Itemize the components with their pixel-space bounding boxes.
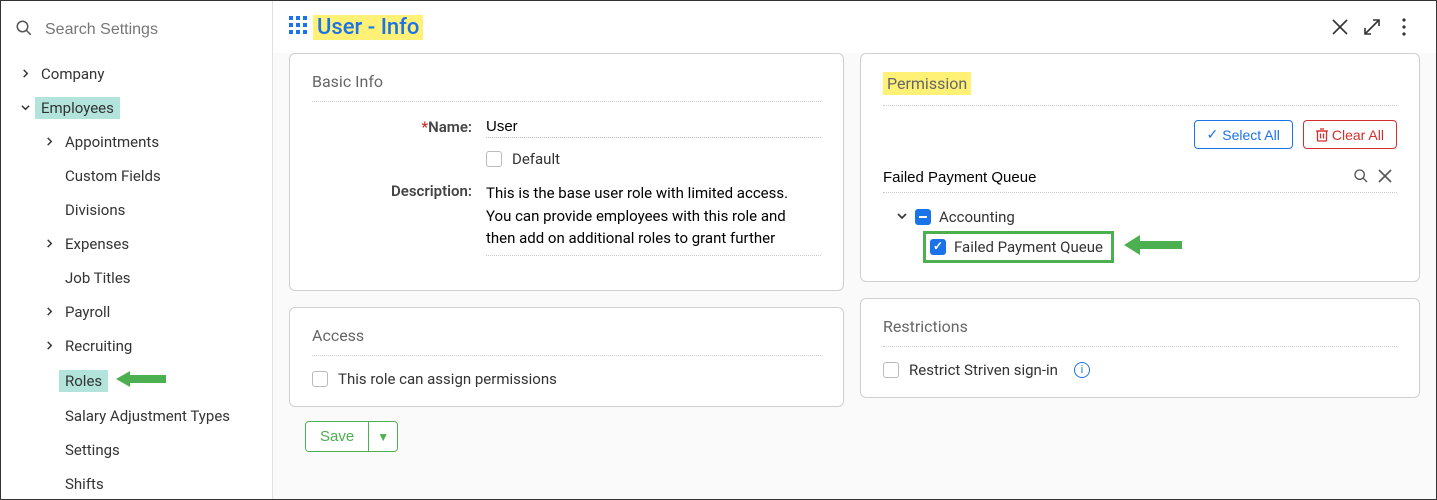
chevron-down-icon[interactable]: [897, 210, 907, 224]
sidebar-item-label: Custom Fields: [59, 165, 167, 187]
sidebar-item-label: Settings: [59, 439, 126, 461]
settings-sidebar: Company Employees Appointments Custom Field…: [1, 1, 273, 499]
main-content: User - Info Basic Info *Name:: [273, 1, 1436, 499]
sidebar-item-label: Company: [35, 63, 110, 85]
access-card: Access This role can assign permissions: [289, 307, 844, 407]
failed-payment-queue-checkbox[interactable]: [930, 239, 946, 255]
sidebar-item-company[interactable]: Company: [1, 57, 272, 91]
apps-grid-icon[interactable]: [289, 15, 307, 39]
assign-permissions-checkbox[interactable]: [312, 371, 328, 387]
default-label: Default: [512, 150, 560, 168]
close-icon[interactable]: [1324, 11, 1356, 43]
page-header: User - Info: [273, 1, 1436, 53]
permission-search-input[interactable]: [883, 167, 1349, 188]
more-icon[interactable]: [1388, 11, 1420, 43]
assign-permissions-label: This role can assign permissions: [338, 370, 557, 388]
permission-parent-label: Accounting: [939, 208, 1015, 226]
default-checkbox[interactable]: [486, 151, 502, 167]
sidebar-item-roles[interactable]: Roles: [1, 363, 272, 399]
search-input[interactable]: [45, 21, 258, 39]
sidebar-item-shifts[interactable]: Shifts: [1, 467, 272, 499]
sidebar-item-label: Shifts: [59, 473, 110, 495]
sidebar-item-label: Roles: [59, 370, 108, 392]
sidebar-item-employees[interactable]: Employees: [1, 91, 272, 125]
restrictions-title: Restrictions: [883, 317, 1397, 347]
chevron-down-icon[interactable]: [15, 101, 35, 116]
name-label: Name:: [428, 118, 472, 136]
sidebar-item-label: Job Titles: [59, 267, 137, 289]
permission-child-label: Failed Payment Queue: [954, 238, 1103, 256]
sidebar-item-label: Expenses: [59, 233, 135, 255]
sidebar-item-payroll[interactable]: Payroll: [1, 295, 272, 329]
select-all-button[interactable]: ✓Select All: [1194, 120, 1293, 149]
sidebar-search-row: [1, 19, 272, 57]
permission-card: Permission ✓Select All Clear All: [860, 53, 1420, 282]
permission-search-icon[interactable]: [1349, 168, 1373, 188]
sidebar-item-divisions[interactable]: Divisions: [1, 193, 272, 227]
basic-info-card: Basic Info *Name: Default Description:: [289, 53, 844, 291]
save-button[interactable]: Save: [306, 422, 368, 451]
sidebar-item-label: Appointments: [59, 131, 165, 153]
restrictions-card: Restrictions Restrict Striven sign-in i: [860, 298, 1420, 398]
permission-title: Permission: [883, 72, 971, 95]
sidebar-item-recruiting[interactable]: Recruiting: [1, 329, 272, 363]
sidebar-item-salary-adjustment-types[interactable]: Salary Adjustment Types: [1, 399, 272, 433]
description-field[interactable]: [486, 180, 821, 256]
chevron-right-icon[interactable]: [39, 237, 59, 252]
chevron-right-icon[interactable]: [39, 305, 59, 320]
save-dropdown-button[interactable]: ▼: [368, 422, 397, 451]
info-icon[interactable]: i: [1074, 362, 1090, 378]
sidebar-item-label: Recruiting: [59, 335, 138, 357]
chevron-right-icon[interactable]: [39, 339, 59, 354]
restrict-signin-checkbox[interactable]: [883, 362, 899, 378]
sidebar-item-appointments[interactable]: Appointments: [1, 125, 272, 159]
sidebar-item-label: Payroll: [59, 301, 116, 323]
annotation-arrow: [116, 369, 166, 393]
sidebar-item-label: Divisions: [59, 199, 131, 221]
page-title: User - Info: [313, 15, 423, 40]
sidebar-item-job-titles[interactable]: Job Titles: [1, 261, 272, 295]
search-icon: [15, 19, 33, 41]
restrict-signin-label: Restrict Striven sign-in: [909, 361, 1058, 379]
sidebar-item-label: Salary Adjustment Types: [59, 405, 236, 427]
sidebar-item-expenses[interactable]: Expenses: [1, 227, 272, 261]
chevron-right-icon[interactable]: [39, 135, 59, 150]
name-field[interactable]: [486, 116, 821, 138]
accounting-checkbox[interactable]: [915, 209, 931, 225]
sidebar-item-settings[interactable]: Settings: [1, 433, 272, 467]
expand-icon[interactable]: [1356, 11, 1388, 43]
sidebar-item-label: Employees: [35, 97, 120, 119]
chevron-right-icon[interactable]: [15, 67, 35, 82]
description-label: Description:: [312, 180, 472, 200]
permission-clear-search-icon[interactable]: [1373, 169, 1397, 187]
permission-highlight-box: Failed Payment Queue: [923, 231, 1114, 263]
access-title: Access: [312, 326, 821, 356]
clear-all-button[interactable]: Clear All: [1303, 120, 1397, 149]
footer-actions: Save ▼: [289, 421, 844, 452]
basic-info-title: Basic Info: [312, 72, 821, 102]
sidebar-item-custom-fields[interactable]: Custom Fields: [1, 159, 272, 193]
